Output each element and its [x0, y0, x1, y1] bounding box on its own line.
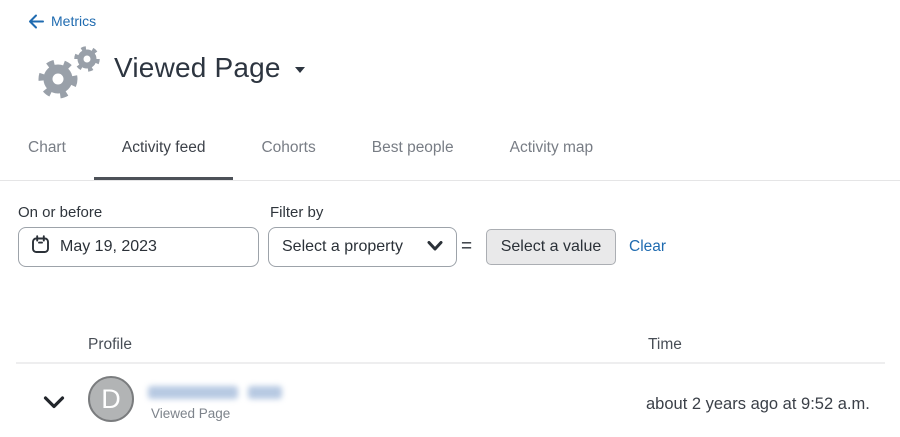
operator-equals: = — [461, 227, 472, 267]
clear-filter-link[interactable]: Clear — [629, 227, 666, 267]
back-arrow-icon — [28, 14, 44, 29]
date-picker-value: May 19, 2023 — [60, 238, 157, 256]
column-header-time: Time — [648, 336, 682, 354]
redacted-blob — [248, 386, 282, 399]
row-expand-chevron-icon[interactable] — [43, 396, 65, 414]
gear-icon — [28, 42, 108, 107]
profile-name-redacted[interactable] — [148, 386, 282, 399]
caret-down-icon — [294, 61, 306, 79]
date-picker-input[interactable]: May 19, 2023 — [18, 227, 259, 267]
activity-feed-page: Metrics Viewed Page Chart Activity feed … — [0, 0, 900, 437]
redacted-blob — [148, 386, 238, 399]
tab-cohorts[interactable]: Cohorts — [233, 115, 343, 180]
property-filter-label: Filter by — [270, 204, 323, 221]
metric-title-dropdown[interactable]: Viewed Page — [114, 52, 306, 84]
back-link-label: Metrics — [51, 13, 96, 29]
property-select-value: Select a property — [282, 238, 403, 256]
page-title: Viewed Page — [114, 52, 281, 84]
date-filter-label: On or before — [18, 204, 102, 221]
column-header-profile: Profile — [88, 336, 132, 354]
chevron-down-icon — [427, 238, 443, 256]
calendar-icon — [31, 235, 50, 259]
tab-chart[interactable]: Chart — [0, 115, 94, 180]
avatar-initial: D — [101, 384, 121, 415]
row-time-value: about 2 years ago at 9:52 a.m. — [646, 395, 870, 414]
tab-best-people[interactable]: Best people — [344, 115, 482, 180]
tab-activity-feed[interactable]: Activity feed — [94, 115, 234, 180]
tab-bar: Chart Activity feed Cohorts Best people … — [0, 115, 900, 181]
profile-avatar[interactable]: D — [88, 376, 134, 422]
select-value-button[interactable]: Select a value — [486, 229, 616, 265]
row-event-label: Viewed Page — [151, 406, 230, 421]
table-header-divider — [16, 362, 885, 364]
property-select[interactable]: Select a property — [268, 227, 457, 267]
tab-activity-map[interactable]: Activity map — [482, 115, 622, 180]
back-to-metrics-link[interactable]: Metrics — [28, 13, 96, 29]
